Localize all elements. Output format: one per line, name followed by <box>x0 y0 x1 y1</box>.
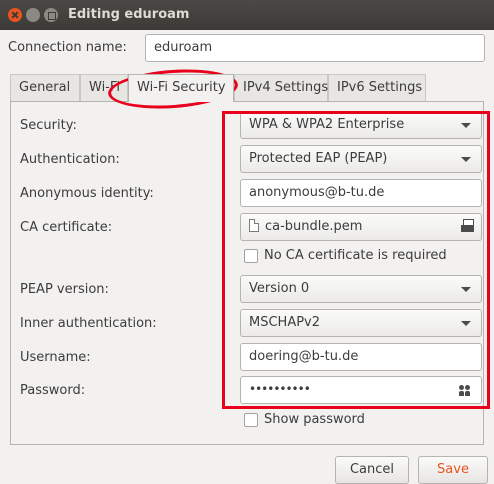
tab-ipv4-settings[interactable]: IPv4 Settings <box>234 74 328 102</box>
connection-name-label: Connection name: <box>8 40 127 55</box>
save-button[interactable]: Save <box>418 456 488 484</box>
tab-ipv6-settings[interactable]: IPv6 Settings <box>328 74 426 102</box>
security-label: Security: <box>20 118 77 133</box>
username-label: Username: <box>20 350 91 365</box>
tab-general[interactable]: General <box>10 74 80 102</box>
password-label: Password: <box>20 383 86 398</box>
show-password-label[interactable]: Show password <box>264 412 365 427</box>
tab-wifi-security[interactable]: Wi-Fi Security <box>128 74 234 102</box>
peap-version-label: PEAP version: <box>20 282 109 297</box>
ca-certificate-label: CA certificate: <box>20 220 113 235</box>
authentication-label: Authentication: <box>20 152 120 167</box>
cancel-button[interactable]: Cancel <box>335 456 409 484</box>
connection-name-input[interactable]: eduroam <box>145 34 485 62</box>
inner-auth-label: Inner authentication: <box>20 316 157 331</box>
show-password-checkbox[interactable] <box>244 413 258 427</box>
title-bar[interactable]: Editing eduroam <box>0 0 494 30</box>
close-icon[interactable] <box>8 8 22 22</box>
dialog-window: Editing eduroam Connection name: eduroam… <box>0 0 494 484</box>
window-title: Editing eduroam <box>68 7 190 22</box>
minimize-icon[interactable] <box>26 8 40 22</box>
maximize-icon[interactable] <box>44 8 58 22</box>
highlight-rectangle <box>222 111 490 409</box>
anonymous-identity-label: Anonymous identity: <box>20 186 154 201</box>
